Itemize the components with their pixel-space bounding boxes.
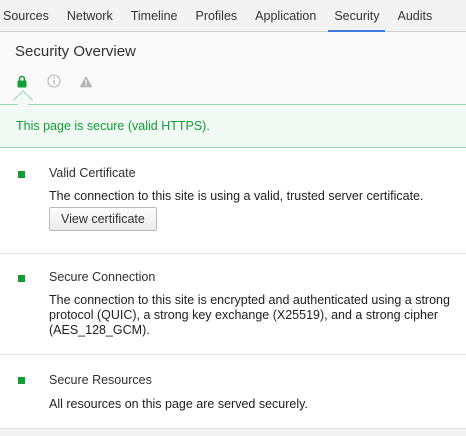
- info-circle-icon[interactable]: [47, 74, 61, 88]
- lock-icon[interactable]: [15, 74, 29, 88]
- section-secure-connection: Secure Connection The connection to this…: [0, 254, 466, 355]
- section-valid-certificate: Valid Certificate The connection to this…: [0, 148, 466, 254]
- tab-sources[interactable]: Sources: [0, 0, 58, 31]
- section-title: Secure Connection: [49, 270, 156, 284]
- tab-audits[interactable]: Audits: [388, 0, 441, 31]
- section-description: The connection to this site is using a v…: [49, 189, 424, 203]
- secure-bullet-icon: [18, 171, 25, 178]
- tab-timeline[interactable]: Timeline: [122, 0, 187, 31]
- tab-profiles[interactable]: Profiles: [186, 0, 246, 31]
- banner-text: This page is secure (valid HTTPS).: [16, 119, 210, 133]
- section-title: Secure Resources: [49, 373, 152, 387]
- section-secure-resources: Secure Resources All resources on this p…: [0, 355, 466, 428]
- security-summary-banner: This page is secure (valid HTTPS).: [0, 104, 466, 148]
- tab-security[interactable]: Security: [325, 0, 388, 32]
- secure-bullet-icon: [18, 377, 25, 384]
- devtools-tab-bar: Sources Network Timeline Profiles Applic…: [0, 0, 466, 32]
- section-description: All resources on this page are served se…: [49, 397, 308, 411]
- tab-application[interactable]: Application: [246, 0, 325, 31]
- security-state-icons: [15, 73, 111, 89]
- view-certificate-button[interactable]: View certificate: [49, 207, 157, 231]
- panel-footer: [0, 428, 466, 436]
- tab-network[interactable]: Network: [58, 0, 122, 31]
- section-title: Valid Certificate: [49, 166, 136, 180]
- section-description: The connection to this site is encrypted…: [49, 293, 450, 337]
- warning-triangle-icon[interactable]: [79, 74, 93, 88]
- secure-bullet-icon: [18, 275, 25, 282]
- page-title: Security Overview: [15, 43, 136, 60]
- security-overview-panel: Security Overview: [0, 32, 466, 105]
